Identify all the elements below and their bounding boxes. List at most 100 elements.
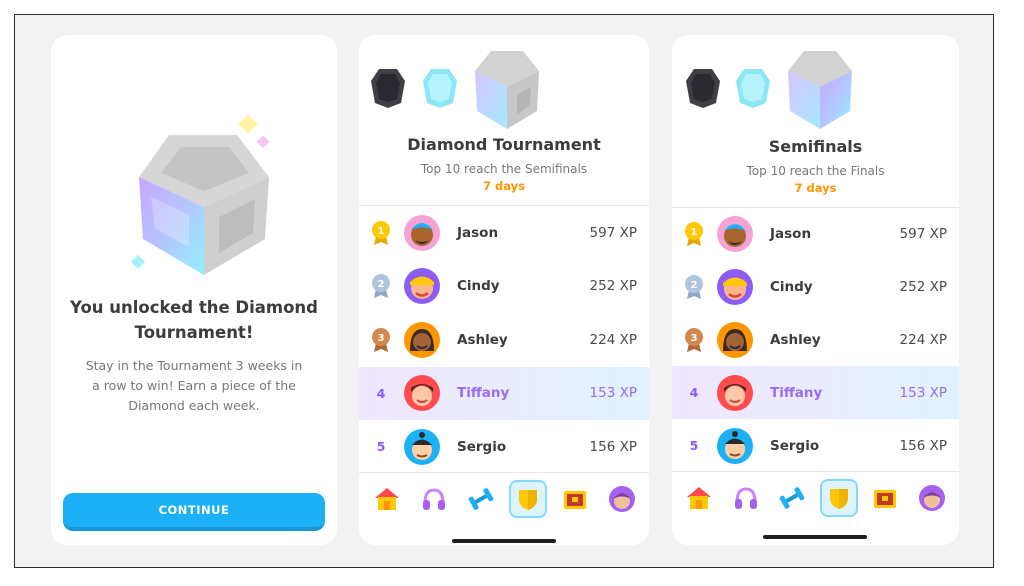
user-xp: 153 XP [899,384,947,401]
leaderboard-row[interactable]: 5 Sergio 156 XP [359,420,649,474]
tab-quests[interactable] [866,479,904,517]
avatar [717,321,753,358]
user-name: Ashley [457,331,508,348]
user-xp: 597 XP [899,225,947,242]
leaderboard-row[interactable]: 3 Ashley 224 XP [672,313,959,366]
avatar [717,427,753,464]
rank-number: 3 [378,333,385,344]
leaderboard-row[interactable]: 3 Ashley 224 XP [359,313,649,367]
user-name: Sergio [770,437,820,454]
rank-number: 4 [689,385,699,400]
tournament-trophy-gem-icon [475,51,539,129]
semifinals-gem-icon [788,51,852,129]
user-xp: 156 XP [589,438,637,455]
continue-button[interactable]: CONTINUE [63,493,325,531]
bottom-tab-bar [672,471,959,523]
headphones-icon [734,486,757,509]
treasure-chest-icon [563,490,586,509]
leaderboard-row[interactable]: 1 Jason 597 XP [672,207,959,260]
tab-leaderboard[interactable] [508,479,547,518]
gold-medal-icon: 1 [676,221,712,247]
rank-number: 5 [376,439,386,455]
user-name: Sergio [457,438,507,455]
bronze-medal-icon: 3 [363,327,399,353]
avatar [717,374,753,411]
rank-number: 1 [691,227,698,238]
user-name: Tiffany [457,385,510,402]
tab-practice[interactable] [462,480,500,518]
home-icon [687,486,712,509]
avatar [717,215,753,252]
diamond-tournament-panel: Diamond Tournament Top 10 reach the Semi… [359,35,649,545]
bottom-tab-bar [359,472,649,524]
user-xp: 252 XP [899,278,947,295]
unlock-title: You unlocked the Diamond Tournament! [70,298,318,342]
leaderboard-row-current-user[interactable]: 4 Tiffany 153 XP [359,366,649,420]
avatar [404,268,440,305]
league-shield-icon [829,488,848,509]
user-name: Ashley [770,331,821,348]
league-subtitle: Top 10 reach the Finals [746,164,885,178]
diamond-badge-icon [736,69,770,108]
dumbbell-icon [779,486,805,509]
headphones-icon [422,487,445,510]
league-shield-icon [518,489,537,510]
league-days-left: 7 days [794,181,837,195]
avatar [404,428,440,465]
unlock-panel: You unlocked the Diamond Tournament! Sta… [51,35,337,545]
user-name: Jason [457,224,499,241]
tab-leaderboard[interactable] [819,478,858,517]
screenshot-frame: You unlocked the Diamond Tournament! Sta… [14,14,994,568]
tab-home[interactable] [368,480,406,518]
league-title: Diamond Tournament [407,135,601,154]
user-xp: 252 XP [589,278,637,295]
obsidian-badge-icon [686,69,720,108]
user-name: Jason [770,225,812,242]
user-xp: 156 XP [899,437,947,454]
rank-number: 2 [378,279,385,290]
tab-home[interactable] [680,479,718,517]
leaderboard-row[interactable]: 1 Jason 597 XP [359,206,649,260]
tab-profile[interactable] [913,479,951,517]
user-xp: 224 XP [589,331,637,348]
profile-avatar-icon [608,485,635,512]
semifinals-panel: Semifinals Top 10 reach the Finals 7 day… [672,35,959,545]
silver-medal-icon: 2 [676,274,712,300]
diamond-gem-icon [130,114,270,275]
user-name: Cindy [457,278,500,295]
user-name: Cindy [770,278,813,295]
rank-number: 2 [691,280,698,291]
league-title: Semifinals [768,137,863,156]
user-xp: 153 XP [589,385,637,402]
leaderboard-list: 1 Jason 597 XP 2 Cindy 252 XP 3 Ashley 2… [672,207,959,472]
rank-number: 4 [376,385,386,401]
avatar [717,268,753,305]
home-indicator [452,539,556,543]
home-indicator [763,535,867,539]
leaderboard-row[interactable]: 5 Sergio 156 XP [672,419,959,472]
leaderboard-row[interactable]: 2 Cindy 252 XP [672,260,959,313]
leaderboard-row[interactable]: 2 Cindy 252 XP [359,260,649,314]
tab-practice[interactable] [773,479,811,517]
silver-medal-icon: 2 [363,273,399,299]
tab-profile[interactable] [603,480,641,518]
leaderboard-list: 1 Jason 597 XP 2 Cindy 252 XP 3 Ashley 2… [359,206,649,474]
league-subtitle: Top 10 reach the Semifinals [420,162,588,176]
unlock-description: Stay in the Tournament 3 weeks in a row … [85,358,303,413]
obsidian-badge-icon [371,69,405,108]
bronze-medal-icon: 3 [676,327,712,353]
tab-quests[interactable] [556,480,594,518]
tab-listening[interactable] [415,480,453,518]
tab-listening[interactable] [727,479,765,517]
avatar [404,375,440,412]
treasure-chest-icon [874,489,897,508]
user-name: Tiffany [770,384,823,401]
user-xp: 597 XP [589,224,637,241]
leaderboard-row-current-user[interactable]: 4 Tiffany 153 XP [672,366,959,419]
profile-avatar-icon [918,484,945,511]
dumbbell-icon [468,487,493,510]
avatar [404,214,440,251]
avatar [404,321,440,358]
gold-medal-icon: 1 [363,220,399,246]
league-days-left: 7 days [483,179,525,193]
